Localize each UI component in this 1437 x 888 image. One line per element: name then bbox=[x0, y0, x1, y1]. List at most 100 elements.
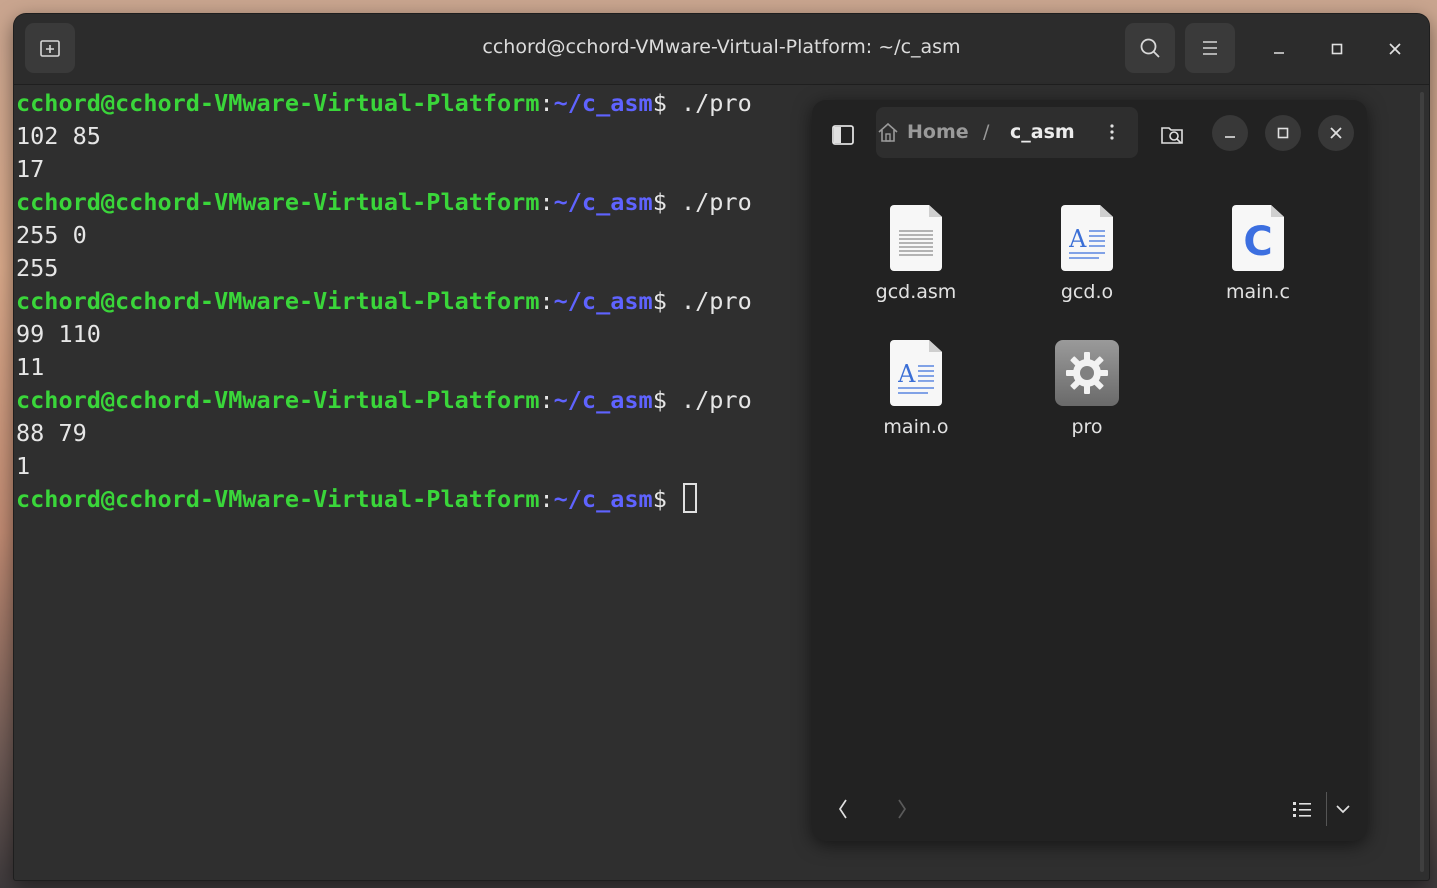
output-line: 1 bbox=[16, 450, 816, 483]
object-file-icon: A bbox=[890, 340, 942, 406]
prompt-line: cchord@cchord-VMware-Virtual-Platform:~/… bbox=[16, 186, 816, 219]
maximize-icon bbox=[1277, 127, 1289, 139]
text-file-icon bbox=[890, 205, 942, 271]
files-minimize-button[interactable] bbox=[1212, 115, 1248, 151]
hamburger-menu-icon bbox=[1203, 41, 1217, 55]
prompt-separator: : bbox=[539, 386, 554, 414]
breadcrumb-separator: / bbox=[983, 121, 990, 143]
prompt-user: cchord@cchord-VMware-Virtual-Platform bbox=[16, 188, 540, 216]
minimize-icon bbox=[1225, 136, 1235, 138]
output-line: 11 bbox=[16, 351, 816, 384]
maximize-icon bbox=[1331, 43, 1343, 55]
prompt-line: cchord@cchord-VMware-Virtual-Platform:~/… bbox=[16, 384, 816, 417]
file-item-pro[interactable]: pro bbox=[1017, 340, 1157, 438]
file-manager-window: Home / c_asm gcd.asm A gcd.o C main.c A … bbox=[812, 100, 1367, 841]
file-name: pro bbox=[1071, 416, 1103, 438]
output-text: 102 85 bbox=[16, 122, 101, 150]
breadcrumb-current[interactable]: c_asm bbox=[1010, 121, 1075, 143]
prompt-separator: : bbox=[539, 188, 554, 216]
list-view-icon bbox=[1293, 802, 1311, 817]
prompt-user: cchord@cchord-VMware-Virtual-Platform bbox=[16, 386, 540, 414]
file-item-gcd-o[interactable]: A gcd.o bbox=[1017, 205, 1157, 303]
output-text: 1 bbox=[16, 452, 31, 480]
files-close-button[interactable] bbox=[1318, 115, 1354, 151]
list-view-button[interactable] bbox=[1288, 794, 1316, 824]
command-text: ./pro bbox=[680, 386, 752, 414]
output-line: 99 110 bbox=[16, 318, 816, 351]
prompt-line: cchord@cchord-VMware-Virtual-Platform:~/… bbox=[16, 87, 816, 120]
prompt-path: ~/c_asm bbox=[553, 188, 653, 216]
svg-text:A: A bbox=[898, 360, 916, 388]
file-name: main.o bbox=[883, 416, 949, 438]
close-icon bbox=[1330, 127, 1342, 139]
output-text: 17 bbox=[16, 155, 45, 183]
prompt-path: ~/c_asm bbox=[553, 386, 653, 414]
prompt-user: cchord@cchord-VMware-Virtual-Platform bbox=[16, 287, 540, 315]
output-text: 88 79 bbox=[16, 419, 87, 447]
terminal-scrollbar[interactable] bbox=[1420, 92, 1424, 872]
chevron-left-icon bbox=[838, 799, 847, 819]
output-text: 11 bbox=[16, 353, 45, 381]
home-icon bbox=[878, 122, 898, 142]
output-line: 255 0 bbox=[16, 219, 816, 252]
executable-gear-icon bbox=[1055, 340, 1119, 406]
breadcrumb-home[interactable]: Home bbox=[907, 121, 969, 143]
command-text: ./pro bbox=[680, 188, 752, 216]
prompt-path: ~/c_asm bbox=[553, 89, 653, 117]
prompt-user: cchord@cchord-VMware-Virtual-Platform bbox=[16, 485, 540, 513]
prompt-line: cchord@cchord-VMware-Virtual-Platform:~/… bbox=[16, 285, 816, 318]
prompt-symbol: $ bbox=[652, 188, 681, 216]
view-divider bbox=[1326, 792, 1327, 826]
text-cursor bbox=[682, 482, 697, 513]
file-item-main-c[interactable]: C main.c bbox=[1188, 205, 1328, 303]
minimize-icon bbox=[1274, 52, 1284, 54]
command-text: ./pro bbox=[680, 287, 752, 315]
output-line: 255 bbox=[16, 252, 816, 285]
prompt-path: ~/c_asm bbox=[553, 485, 653, 513]
folder-search-icon bbox=[1161, 127, 1183, 144]
close-button[interactable] bbox=[1382, 36, 1408, 62]
file-item-gcd-asm[interactable]: gcd.asm bbox=[846, 205, 986, 303]
minimize-button[interactable] bbox=[1266, 36, 1292, 62]
terminal-output[interactable]: cchord@cchord-VMware-Virtual-Platform:~/… bbox=[16, 87, 816, 516]
forward-button[interactable] bbox=[891, 794, 913, 824]
output-line: 17 bbox=[16, 153, 816, 186]
prompt-line: cchord@cchord-VMware-Virtual-Platform:~/… bbox=[16, 482, 816, 516]
vertical-dots-icon bbox=[1110, 124, 1114, 140]
terminal-headerbar: cchord@cchord-VMware-Virtual-Platform: ~… bbox=[14, 14, 1429, 85]
output-text: 99 110 bbox=[16, 320, 101, 348]
prompt-symbol: $ bbox=[652, 287, 681, 315]
maximize-button[interactable] bbox=[1324, 36, 1350, 62]
sidebar-toggle-button[interactable] bbox=[828, 120, 858, 150]
prompt-symbol: $ bbox=[652, 386, 681, 414]
output-text: 255 bbox=[16, 254, 59, 282]
path-bar[interactable]: Home / c_asm bbox=[876, 107, 1138, 158]
chevron-right-icon bbox=[898, 799, 907, 819]
path-menu-button[interactable] bbox=[1102, 120, 1122, 144]
search-button[interactable] bbox=[1125, 23, 1175, 73]
file-name: gcd.o bbox=[1060, 281, 1114, 303]
file-item-main-o[interactable]: A main.o bbox=[846, 340, 986, 438]
chevron-down-icon bbox=[1336, 805, 1350, 814]
object-file-icon: A bbox=[1061, 205, 1113, 271]
prompt-path: ~/c_asm bbox=[553, 287, 653, 315]
menu-button[interactable] bbox=[1185, 23, 1235, 73]
prompt-symbol: $ bbox=[652, 485, 681, 513]
output-line: 102 85 bbox=[16, 120, 816, 153]
view-options-button[interactable] bbox=[1330, 794, 1356, 824]
prompt-separator: : bbox=[539, 89, 554, 117]
file-name: gcd.asm bbox=[875, 281, 957, 303]
prompt-separator: : bbox=[539, 485, 554, 513]
files-maximize-button[interactable] bbox=[1265, 115, 1301, 151]
output-text: 255 0 bbox=[16, 221, 87, 249]
search-icon bbox=[1140, 38, 1160, 58]
prompt-separator: : bbox=[539, 287, 554, 315]
file-name: main.c bbox=[1226, 281, 1290, 303]
output-line: 88 79 bbox=[16, 417, 816, 450]
search-files-button[interactable] bbox=[1156, 118, 1190, 152]
back-button[interactable] bbox=[832, 794, 854, 824]
prompt-symbol: $ bbox=[652, 89, 681, 117]
command-text: ./pro bbox=[680, 89, 752, 117]
sidebar-toggle-icon bbox=[832, 125, 854, 145]
close-icon bbox=[1389, 43, 1401, 55]
